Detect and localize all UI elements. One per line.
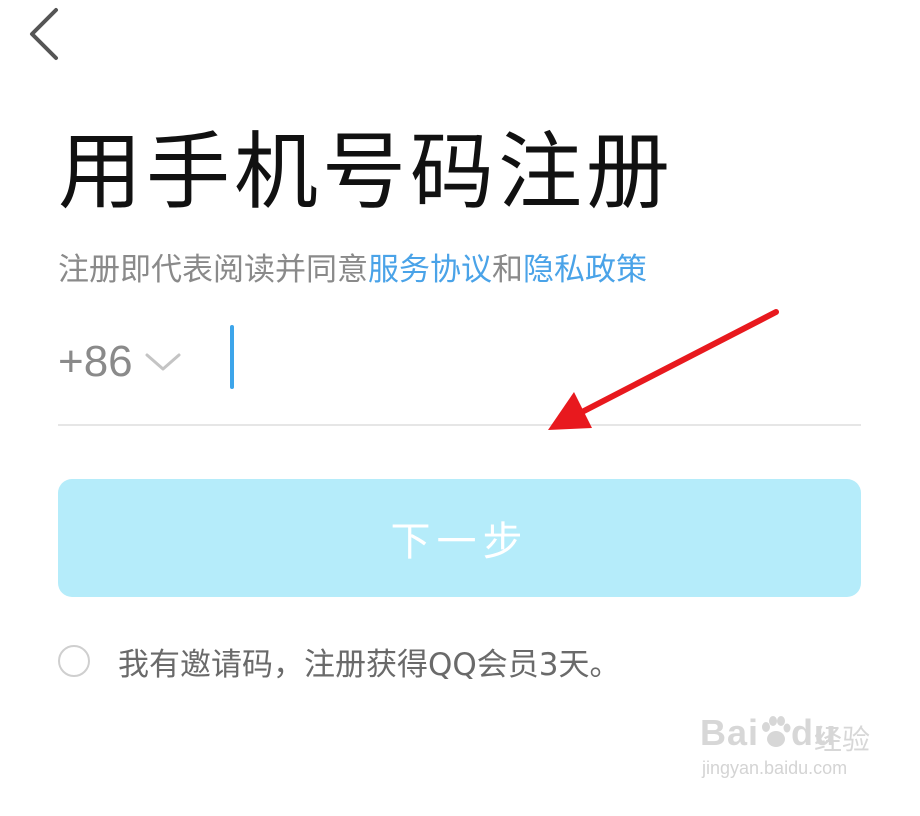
next-step-button[interactable]: 下一步 (58, 479, 861, 597)
watermark-logo-text-1: Bai (700, 712, 760, 753)
invite-code-label[interactable]: 我有邀请码，注册获得QQ会员3天。 (118, 639, 621, 684)
country-code-value: +86 (58, 337, 133, 386)
paw-icon (762, 716, 791, 747)
agreement-prefix: 注册即代表阅读并同意 (58, 252, 368, 288)
privacy-policy-link[interactable]: 隐私政策 (523, 252, 647, 288)
baidu-jingyan-watermark: Bai du 经验 jingyan.baidu.com (700, 712, 875, 782)
register-screen: 用手机号码注册 注册即代表阅读并同意服务协议和隐私政策 +86 下一步 我有邀请… (0, 0, 920, 816)
back-button[interactable] (22, 4, 72, 62)
phone-number-input[interactable] (232, 326, 852, 390)
invite-code-option: 我有邀请码，注册获得QQ会员3天。 (58, 636, 621, 686)
country-code-selector[interactable]: +86 (58, 332, 183, 392)
service-agreement-link[interactable]: 服务协议 (368, 252, 492, 288)
page-title: 用手机号码注册 (58, 123, 675, 221)
chevron-left-icon (30, 8, 58, 60)
invite-code-radio[interactable] (58, 645, 90, 677)
watermark-brand: 经验 (814, 723, 871, 756)
phone-input-row: +86 (58, 312, 861, 426)
agreement-conjunction: 和 (492, 252, 523, 288)
chevron-down-icon (145, 353, 181, 371)
watermark-url: jingyan.baidu.com (702, 758, 848, 778)
agreement-text: 注册即代表阅读并同意服务协议和隐私政策 (58, 248, 647, 292)
